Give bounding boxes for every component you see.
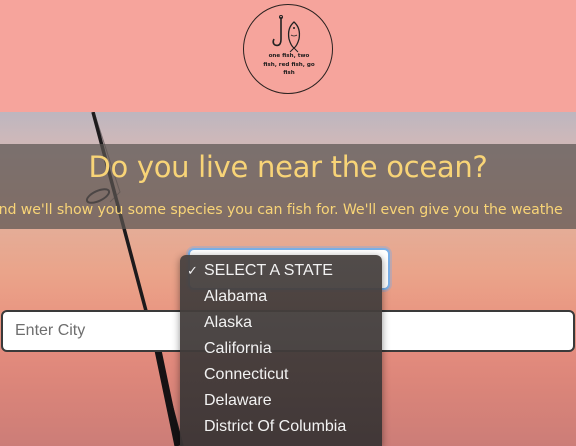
header-bar: one fish, two fish, red fish, go fish [0,0,576,112]
state-option-label: SELECT A STATE [204,262,333,279]
fish-hook-logo-icon [272,15,301,53]
state-option-label: Delaware [204,392,272,409]
checkmark-icon: ✓ [187,263,198,278]
state-option-label: District Of Columbia [204,418,347,435]
state-option[interactable]: California [180,336,382,362]
state-option[interactable]: Alabama [180,284,382,310]
logo-tagline-line: one fish, two [268,53,310,59]
site-logo[interactable]: one fish, two fish, red fish, go fish [243,4,333,94]
hero-subline: and we'll show you some species you can … [0,202,563,218]
logo-tagline: one fish, two fish, red fish, go fish [258,52,320,78]
state-option-label: Connecticut [204,366,289,383]
state-dropdown-menu[interactable]: ✓ SELECT A STATE Alabama Alaska Californ… [180,255,382,446]
state-option[interactable]: ✓ SELECT A STATE [180,258,382,284]
logo-tagline-line: fish, red fish, go [263,61,315,68]
state-option-label: Alaska [204,314,253,331]
state-option[interactable]: District Of Columbia [180,414,382,440]
state-option[interactable]: Connecticut [180,362,382,388]
state-option[interactable]: Delaware [180,388,382,414]
logo-tagline-line: fish [283,70,295,76]
hero-headline: Do you live near the ocean? [88,150,488,184]
state-option[interactable]: Alaska [180,310,382,336]
state-option-label: Alabama [204,288,268,305]
state-option-label: California [204,340,272,357]
